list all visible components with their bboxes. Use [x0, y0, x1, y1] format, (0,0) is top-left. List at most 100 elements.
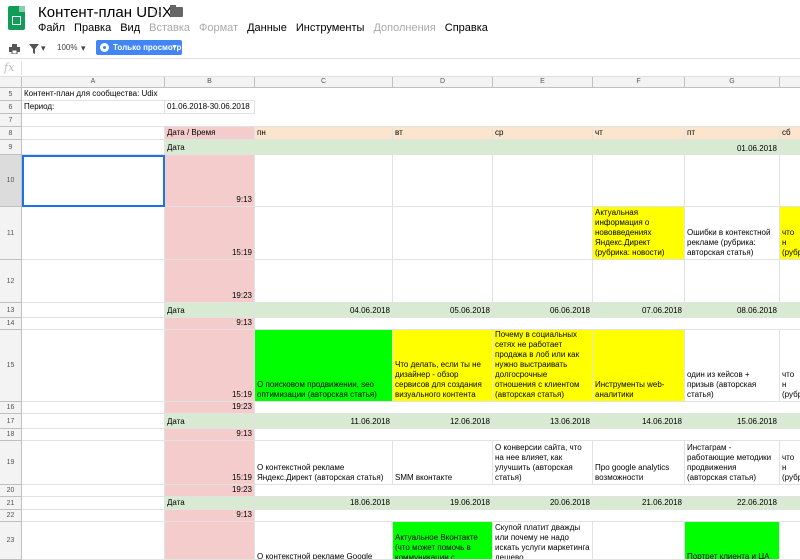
cell-c13[interactable]: 04.06.2018 [255, 303, 393, 318]
cell-g9[interactable]: 01.06.2018 [685, 140, 780, 155]
cell-h12[interactable] [780, 260, 800, 303]
cell-c11[interactable] [255, 207, 393, 260]
cell-d19[interactable]: SMM вконтакте [393, 441, 493, 485]
cell-g11[interactable]: Ошибки в контекстной рекламе (рубрика: а… [685, 207, 780, 260]
cell-a18[interactable] [22, 429, 165, 441]
row-header[interactable]: 8 [0, 127, 22, 140]
cell-c15[interactable]: О поисковом продвижении, seo оптимизации… [255, 330, 393, 402]
cell-d12[interactable] [393, 260, 493, 303]
cell-f19[interactable]: Про google analytics возможности [593, 441, 685, 485]
cell-g15[interactable]: один из кейсов + призыв (авторская стать… [685, 330, 780, 402]
cell-b17[interactable]: Дата [165, 414, 255, 429]
cell-b20[interactable]: 19:23 [165, 485, 255, 497]
cell-a8[interactable] [22, 127, 165, 140]
row-header[interactable]: 13 [0, 303, 22, 318]
cell-h15[interactable]: что н (рубр [780, 330, 800, 402]
column-header-f[interactable]: F [593, 77, 685, 88]
column-header-a[interactable]: A [22, 77, 165, 88]
cell-b6[interactable]: 01.06.2018-30.06.2018 [165, 101, 255, 114]
row-header[interactable]: 5 [0, 88, 22, 101]
cell-a9[interactable] [22, 140, 165, 155]
cell-h8[interactable]: сб [780, 127, 800, 140]
cell-d8[interactable]: вт [393, 127, 493, 140]
row-header[interactable]: 10 [0, 155, 22, 207]
cell-row22-rest[interactable] [255, 510, 800, 522]
cell-f11[interactable]: Актуальная информация о нововведениях Ян… [593, 207, 685, 260]
cell-h13[interactable] [780, 303, 800, 318]
menu-view[interactable]: Вид [120, 22, 140, 34]
cell-f10[interactable] [593, 155, 685, 207]
cell-a16[interactable] [22, 402, 165, 414]
row-header[interactable]: 14 [0, 318, 22, 330]
star-icon[interactable]: ☆ [151, 4, 163, 20]
menu-file[interactable]: Файл [38, 22, 65, 34]
cell-h21[interactable] [780, 497, 800, 510]
cell-g13[interactable]: 08.06.2018 [685, 303, 780, 318]
menu-edit[interactable]: Правка [74, 22, 111, 34]
cell-e10[interactable] [493, 155, 593, 207]
cell-h11[interactable]: что н (рубр [780, 207, 800, 260]
cell-f8[interactable]: чт [593, 127, 685, 140]
cell-e8[interactable]: ср [493, 127, 593, 140]
cell-h19[interactable]: что н (рубр [780, 441, 800, 485]
formula-bar[interactable]: fx [0, 58, 800, 77]
cell-d13[interactable]: 05.06.2018 [393, 303, 493, 318]
cell-a19[interactable] [22, 441, 165, 485]
row-header[interactable]: 19 [0, 441, 22, 485]
cell-c17[interactable]: 11.06.2018 [255, 414, 393, 429]
cell-row16-rest[interactable] [255, 402, 800, 414]
cell-b13[interactable]: Дата [165, 303, 255, 318]
cell-e23[interactable]: Скупой платит дважды или почему не надо … [493, 522, 593, 560]
cell-a15[interactable] [22, 330, 165, 402]
cell-f12[interactable] [593, 260, 685, 303]
cell-row20-rest[interactable] [255, 485, 800, 497]
menu-format[interactable]: Формат [199, 22, 238, 34]
cell-a11[interactable] [22, 207, 165, 260]
view-only-button[interactable]: Только просмотр ▼ [96, 40, 182, 55]
cell-a20[interactable] [22, 485, 165, 497]
menu-insert[interactable]: Вставка [149, 22, 190, 34]
cell-d21[interactable]: 19.06.2018 [393, 497, 493, 510]
cell-b11[interactable]: 15:19 [165, 207, 255, 260]
row-header[interactable]: 6 [0, 101, 22, 114]
cell-b12[interactable]: 19:23 [165, 260, 255, 303]
row-header[interactable]: 21 [0, 497, 22, 510]
menu-tools[interactable]: Инструменты [296, 22, 365, 34]
cell-e15[interactable]: Почему в социальных сетях не работает пр… [493, 330, 593, 402]
cell-d17[interactable]: 12.06.2018 [393, 414, 493, 429]
cell-b22[interactable]: 9:13 [165, 510, 255, 522]
cell-a22[interactable] [22, 510, 165, 522]
cell-f17[interactable]: 14.06.2018 [593, 414, 685, 429]
cell-f15[interactable]: Инструменты web-аналитики [593, 330, 685, 402]
menu-addons[interactable]: Дополнения [373, 22, 435, 34]
menu-help[interactable]: Справка [445, 22, 488, 34]
folder-icon[interactable] [170, 5, 183, 17]
column-header-c[interactable]: C [255, 77, 393, 88]
cell-c10[interactable] [255, 155, 393, 207]
cell-b14[interactable]: 9:13 [165, 318, 255, 330]
cell-c12[interactable] [255, 260, 393, 303]
cell-a5[interactable]: Контент-план для сообщества: Udix [22, 88, 255, 101]
cell-d10[interactable] [393, 155, 493, 207]
cell-d11[interactable] [393, 207, 493, 260]
sheets-logo-icon[interactable] [8, 6, 25, 30]
cell-e21[interactable]: 20.06.2018 [493, 497, 593, 510]
cell-f23[interactable] [593, 522, 685, 560]
cell-b23[interactable] [165, 522, 255, 560]
cell-a17[interactable] [22, 414, 165, 429]
zoom-select[interactable]: 100% [57, 43, 77, 52]
cell-c19[interactable]: О контекстной рекламе Яндекс.Директ (авт… [255, 441, 393, 485]
cell-h10[interactable] [780, 155, 800, 207]
cell-b21[interactable]: Дата [165, 497, 255, 510]
row-header[interactable]: 18 [0, 429, 22, 441]
cell-b16[interactable]: 19:23 [165, 402, 255, 414]
cell-row18-rest[interactable] [255, 429, 800, 441]
row-header[interactable]: 11 [0, 207, 22, 260]
filter-caret-icon[interactable]: ▾ [41, 43, 46, 54]
cell-a23[interactable] [22, 522, 165, 560]
cell-a21[interactable] [22, 497, 165, 510]
cell-g10[interactable] [685, 155, 780, 207]
row-header[interactable]: 23 [0, 522, 22, 560]
cell-g12[interactable] [685, 260, 780, 303]
cell-g19[interactable]: Инстаграм - работающие методики продвиже… [685, 441, 780, 485]
